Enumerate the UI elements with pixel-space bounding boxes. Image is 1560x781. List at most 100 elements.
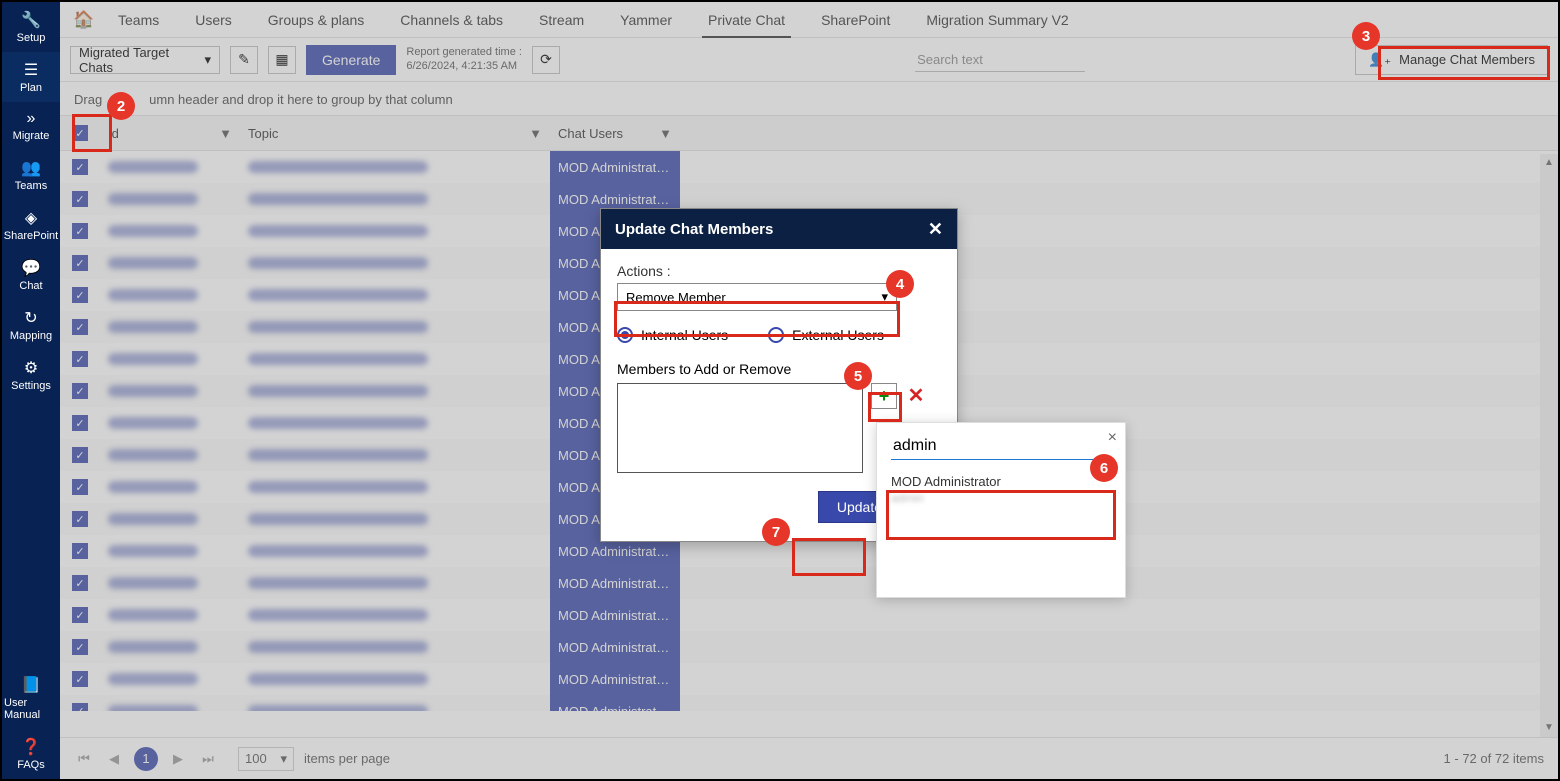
header-id[interactable]: Id ▼ [100, 116, 240, 150]
sidebar-item-teams[interactable]: 👥 Teams [2, 150, 60, 200]
edit-button[interactable]: ✎ [230, 46, 258, 74]
row-checkbox[interactable]: ✓ [60, 183, 100, 215]
manage-label: Manage Chat Members [1399, 52, 1535, 67]
radio-external[interactable]: External Users [768, 327, 884, 343]
pager-next[interactable]: ▶ [168, 751, 188, 767]
filter-icon[interactable]: ▼ [659, 126, 672, 141]
result-sub: admin [891, 491, 1111, 503]
group-by-hint[interactable]: Drag umn header and drop it here to grou… [60, 82, 1558, 115]
row-id [100, 343, 240, 375]
row-checkbox[interactable]: ✓ [60, 695, 100, 711]
tab-channels[interactable]: Channels & tabs [386, 2, 517, 38]
table-row[interactable]: ✓MOD Administrat… [60, 599, 1558, 631]
sidebar-label: Chat [19, 280, 42, 292]
user-search-result[interactable] [877, 511, 1125, 557]
table-row[interactable]: ✓MOD Administrat… [60, 567, 1558, 599]
table-row[interactable]: ✓MOD Administrat… [60, 695, 1558, 711]
tab-yammer[interactable]: Yammer [606, 2, 686, 38]
filter-icon[interactable]: ▼ [219, 126, 232, 141]
sidebar-item-settings[interactable]: ⚙ Settings [2, 350, 60, 400]
tab-sharepoint[interactable]: SharePoint [807, 2, 904, 38]
row-checkbox[interactable]: ✓ [60, 311, 100, 343]
refresh-button[interactable]: ⟳ [532, 46, 560, 74]
pager-last[interactable]: ⏭ [198, 751, 218, 767]
actions-value: Remove Member [626, 290, 726, 305]
scroll-up-icon[interactable]: ▲ [1540, 154, 1558, 172]
home-icon[interactable]: 🏠 [72, 10, 96, 30]
table-row[interactable]: ✓MOD Administrat… [60, 631, 1558, 663]
row-topic [240, 631, 550, 663]
row-topic [240, 503, 550, 535]
chats-dropdown[interactable]: Migrated Target Chats ▾ [70, 46, 220, 74]
remove-member-button[interactable]: ✕ [905, 383, 927, 408]
sidebar-item-faqs[interactable]: ❓ FAQs [2, 729, 60, 779]
add-member-button[interactable]: + [871, 383, 897, 409]
row-topic [240, 599, 550, 631]
members-textarea[interactable] [617, 383, 863, 473]
mapping-icon: ↻ [24, 308, 37, 328]
row-checkbox[interactable]: ✓ [60, 471, 100, 503]
radio-icon [768, 327, 784, 343]
sidebar-item-plan[interactable]: ☰ Plan [2, 52, 60, 102]
radio-internal[interactable]: Internal Users [617, 327, 728, 343]
header-users[interactable]: Chat Users ▼ [550, 116, 680, 150]
user-search-popup: × MOD Administrator admin [876, 422, 1126, 598]
row-checkbox[interactable]: ✓ [60, 247, 100, 279]
page-size-dropdown[interactable]: 100 ▾ [238, 747, 294, 771]
user-search-result[interactable]: MOD Administrator admin [877, 466, 1125, 511]
row-checkbox[interactable]: ✓ [60, 663, 100, 695]
row-checkbox[interactable]: ✓ [60, 343, 100, 375]
sidebar-item-sharepoint[interactable]: ◈ SharePoint [2, 200, 60, 250]
sidebar-item-migrate[interactable]: » Migrate [2, 102, 60, 150]
actions-label: Actions : [617, 263, 941, 279]
search-input[interactable] [915, 48, 1085, 72]
row-id [100, 407, 240, 439]
generate-button[interactable]: Generate [306, 45, 396, 75]
manage-chat-members-button[interactable]: 👤₊ Manage Chat Members [1355, 45, 1548, 75]
row-checkbox[interactable]: ✓ [60, 631, 100, 663]
row-checkbox[interactable]: ✓ [60, 215, 100, 247]
header-checkbox[interactable]: ✓ [60, 116, 100, 150]
row-checkbox[interactable]: ✓ [60, 503, 100, 535]
tab-users[interactable]: Users [181, 2, 246, 38]
row-checkbox[interactable]: ✓ [60, 151, 100, 183]
sidebar-item-mapping[interactable]: ↻ Mapping [2, 300, 60, 350]
tab-migration-summary[interactable]: Migration Summary V2 [912, 2, 1082, 38]
row-id [100, 439, 240, 471]
export-button[interactable]: ▦ [268, 46, 296, 74]
row-checkbox[interactable]: ✓ [60, 407, 100, 439]
report-time: 6/26/2024, 4:21:35 AM [406, 60, 522, 73]
tab-stream[interactable]: Stream [525, 2, 598, 38]
row-id [100, 375, 240, 407]
close-icon[interactable]: ✕ [928, 219, 943, 240]
sidebar-item-manual[interactable]: 📘 User Manual [2, 667, 60, 729]
chevron-down-icon: ▾ [280, 751, 287, 767]
tab-teams[interactable]: Teams [104, 2, 173, 38]
header-topic[interactable]: Topic ▼ [240, 116, 550, 150]
row-checkbox[interactable]: ✓ [60, 375, 100, 407]
sidebar-item-chat[interactable]: 💬 Chat [2, 250, 60, 300]
vertical-scrollbar[interactable]: ▲ ▼ [1540, 154, 1558, 737]
row-topic [240, 279, 550, 311]
table-row[interactable]: ✓MOD Administrat… [60, 663, 1558, 695]
radio-icon [617, 327, 633, 343]
pager: ⏮ ◀ 1 ▶ ⏭ 100 ▾ items per page 1 - 72 of… [60, 737, 1558, 779]
row-checkbox[interactable]: ✓ [60, 279, 100, 311]
table-row[interactable]: ✓MOD Administrat… [60, 151, 1558, 183]
pager-first[interactable]: ⏮ [74, 751, 94, 767]
row-checkbox[interactable]: ✓ [60, 599, 100, 631]
tab-private-chat[interactable]: Private Chat [694, 2, 799, 38]
close-icon[interactable]: × [1108, 429, 1117, 447]
row-checkbox[interactable]: ✓ [60, 567, 100, 599]
row-checkbox[interactable]: ✓ [60, 535, 100, 567]
actions-dropdown[interactable]: Remove Member ▾ [617, 283, 897, 311]
sidebar-item-setup[interactable]: 🔧 Setup [2, 2, 60, 52]
pager-current[interactable]: 1 [134, 747, 158, 771]
scroll-down-icon[interactable]: ▼ [1540, 719, 1558, 737]
row-checkbox[interactable]: ✓ [60, 439, 100, 471]
row-id [100, 663, 240, 695]
pager-prev[interactable]: ◀ [104, 751, 124, 767]
tab-groups[interactable]: Groups & plans [254, 2, 379, 38]
user-search-input[interactable] [891, 433, 1111, 460]
filter-icon[interactable]: ▼ [529, 126, 542, 141]
